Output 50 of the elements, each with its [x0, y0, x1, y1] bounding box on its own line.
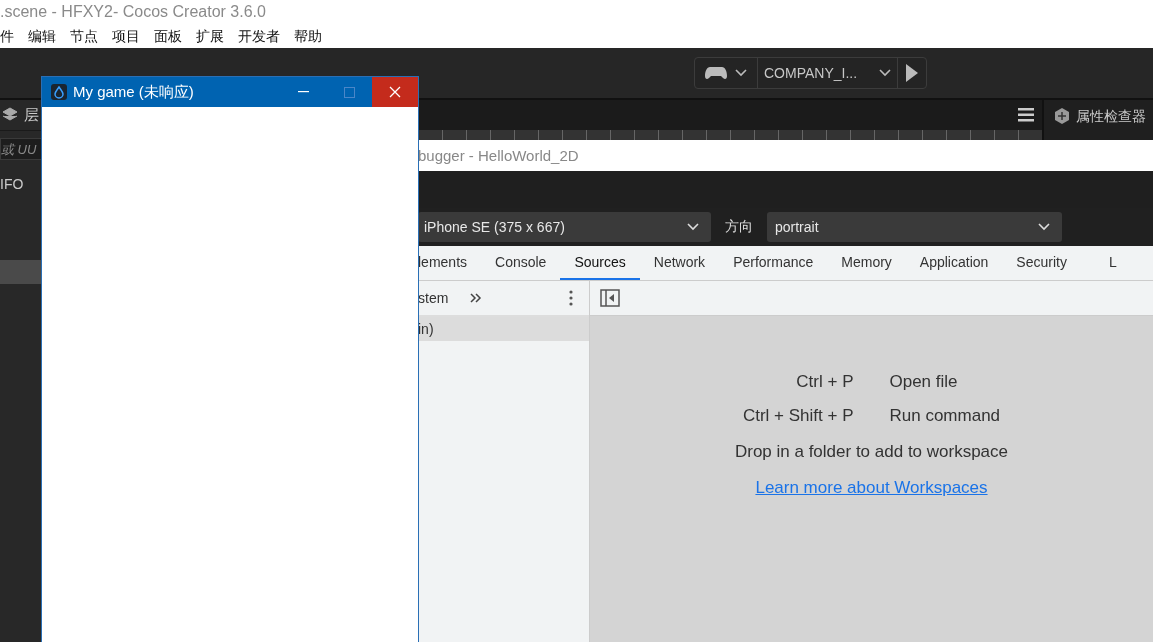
menu-item[interactable]: 节点	[70, 24, 98, 48]
shortcut-keys: Ctrl + Shift + P	[742, 406, 854, 426]
search-field[interactable]: 或 UU	[0, 138, 41, 160]
menu-item[interactable]: 面板	[154, 24, 182, 48]
caret-icon	[1038, 223, 1050, 231]
menu-item[interactable]: 件	[0, 24, 14, 48]
devtools-tab[interactable]: Memory	[827, 246, 906, 280]
device-select[interactable]: iPhone SE (375 x 667)	[418, 212, 711, 242]
menu-item[interactable]: 扩展	[196, 24, 224, 48]
caret-icon	[687, 223, 699, 231]
preview-target-dropdown[interactable]: COMPANY_I...	[758, 58, 898, 88]
shortcut-keys: Ctrl + P	[742, 372, 854, 392]
devtools-tab[interactable]: lements	[418, 246, 482, 280]
panel-title: 属性检查器	[1076, 108, 1146, 126]
menu-item[interactable]: 编辑	[28, 24, 56, 48]
orientation-label: 方向	[724, 218, 754, 236]
window-title: bugger - HelloWorld_2D	[418, 147, 579, 164]
devtools-tab[interactable]: Performance	[719, 246, 828, 280]
menu-item[interactable]: 开发者	[238, 24, 280, 48]
shortcut-action: Run command	[889, 406, 1001, 426]
window-title: .scene - HFXY2- Cocos Creator 3.6.0	[0, 3, 266, 20]
menu-icon[interactable]	[1018, 108, 1034, 122]
gamepad-icon	[705, 66, 727, 80]
devtools-tab[interactable]: L	[1080, 246, 1131, 280]
caret-icon	[879, 69, 891, 77]
maximize-icon	[343, 86, 355, 98]
close-icon	[389, 86, 401, 98]
caret-icon	[735, 69, 747, 77]
menu-item[interactable]: 帮助	[294, 24, 322, 48]
orientation-select[interactable]: portrait	[767, 212, 1062, 242]
devtools-tab[interactable]: Network	[639, 246, 720, 280]
menu-item[interactable]: 项目	[112, 24, 140, 48]
app-icon	[51, 84, 67, 100]
devtools-tab[interactable]: Console	[481, 246, 561, 280]
hexagon-icon	[1054, 108, 1070, 124]
more-icon[interactable]	[569, 290, 573, 306]
minimize-icon	[297, 91, 309, 93]
sidebar-toggle-icon[interactable]	[600, 289, 620, 307]
devtools-tab[interactable]: Application	[905, 246, 1003, 280]
window-title: My game (未响应)	[73, 82, 195, 102]
play-icon	[906, 64, 918, 82]
shortcut-action: Open file	[889, 372, 959, 392]
tree-row[interactable]: IFO	[0, 172, 41, 196]
hint-text: Drop in a folder to add to workspace	[734, 442, 1009, 462]
panel-title: 层	[24, 105, 39, 125]
file-tree-row[interactable]: in)	[418, 317, 589, 341]
devtools-tab[interactable]: Security	[1002, 246, 1081, 280]
layers-icon	[2, 107, 18, 123]
chevrons-icon[interactable]	[470, 292, 482, 304]
navigator-tab[interactable]: stem	[418, 290, 470, 306]
